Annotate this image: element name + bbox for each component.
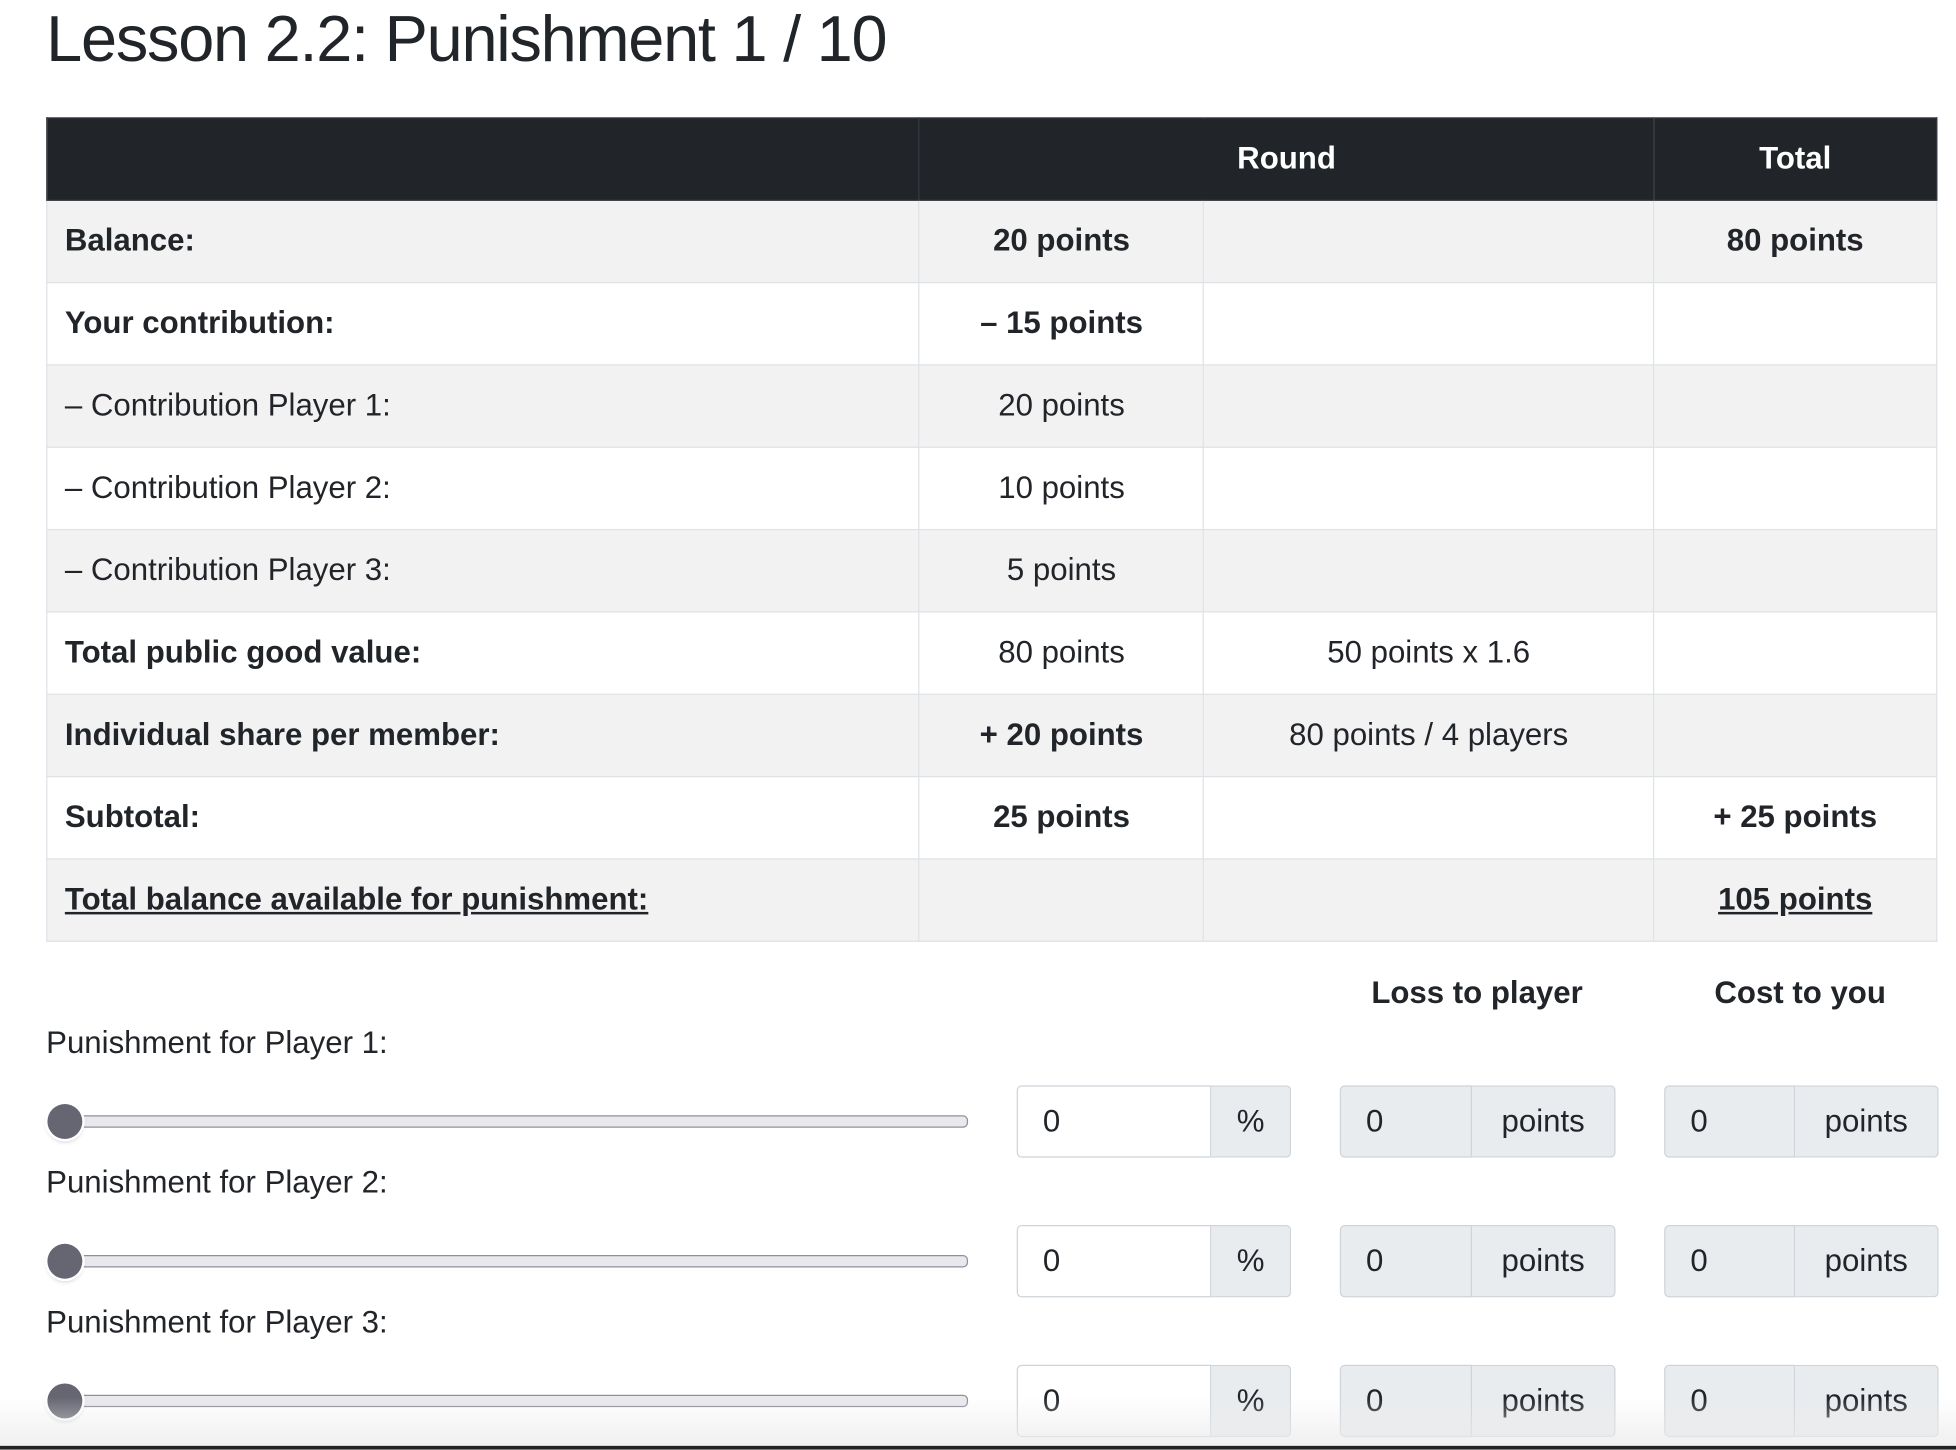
loss-to-player-header: Loss to player <box>1371 975 1583 1011</box>
cost-to-you-header: Cost to you <box>1714 975 1886 1011</box>
table-header: Round Total <box>46 117 1938 201</box>
slider-track[interactable] <box>64 1115 969 1128</box>
row-total-value: + 25 points <box>1653 775 1938 860</box>
row-calculation <box>1203 858 1655 942</box>
row-round-value: 5 points <box>918 528 1205 613</box>
table-row: Subtotal: 25 points + 25 points <box>46 775 1938 860</box>
row-round-value: 25 points <box>918 775 1205 860</box>
row-label: – Contribution Player 1: <box>46 364 921 448</box>
row-round-value: 20 points <box>918 364 1205 448</box>
table-row: Your contribution: – 15 points <box>46 281 1938 366</box>
row-label: Subtotal: <box>46 775 921 860</box>
loss-output-group-1: 0 points <box>1339 1085 1616 1158</box>
row-total-value <box>1653 364 1938 448</box>
loss-value: 0 <box>1339 1225 1473 1298</box>
row-total-value <box>1653 693 1938 778</box>
slider-thumb[interactable] <box>47 1243 83 1279</box>
punishment-label-player-2: Punishment for Player 2: <box>46 1165 388 1201</box>
row-calculation: 50 points x 1.6 <box>1203 611 1655 695</box>
window-edge <box>0 1445 1956 1450</box>
header-total: Total <box>1653 117 1938 201</box>
row-calculation <box>1203 364 1655 448</box>
row-round-value: – 15 points <box>918 281 1205 366</box>
row-round-value: 80 points <box>918 611 1205 695</box>
punishment-label-player-3: Punishment for Player 3: <box>46 1304 388 1340</box>
row-calculation <box>1203 528 1655 613</box>
table-row: Individual share per member: + 20 points… <box>46 693 1938 778</box>
row-label: Total balance available for punishment: <box>46 858 921 942</box>
percent-input[interactable]: 0 <box>1016 1225 1212 1298</box>
row-round-value: 10 points <box>918 446 1205 531</box>
slider-track[interactable] <box>64 1254 969 1268</box>
row-round-value: 20 points <box>918 199 1205 284</box>
header-round: Round <box>918 117 1655 201</box>
cost-unit: points <box>1795 1225 1939 1298</box>
header-empty <box>46 117 921 201</box>
row-round-value <box>918 858 1205 942</box>
punishment-slider-player-2[interactable] <box>47 1243 969 1279</box>
cost-output-group-1: 0 points <box>1664 1085 1939 1158</box>
table-row: – Contribution Player 3: 5 points <box>46 528 1938 613</box>
table-row: – Contribution Player 1: 20 points <box>46 364 1938 448</box>
percent-input-group-2: 0 % <box>1016 1225 1292 1298</box>
loss-unit: points <box>1472 1085 1616 1158</box>
scroll-fade <box>0 1397 1956 1448</box>
page: Lesson 2.2: Punishment 1 / 10 Round Tota… <box>0 0 1956 1450</box>
row-calculation <box>1203 281 1655 366</box>
row-label: – Contribution Player 2: <box>46 446 921 531</box>
percent-unit: % <box>1211 1085 1292 1158</box>
row-calculation <box>1203 199 1655 284</box>
page-title: Lesson 2.2: Punishment 1 / 10 <box>46 3 887 77</box>
row-label: Individual share per member: <box>46 693 921 778</box>
row-label: – Contribution Player 3: <box>46 528 921 613</box>
balance-table: Round Total Balance: 20 points 80 points… <box>46 117 1938 942</box>
table-row: – Contribution Player 2: 10 points <box>46 446 1938 531</box>
row-total-value: 80 points <box>1653 199 1938 284</box>
cost-output-group-2: 0 points <box>1664 1225 1939 1298</box>
row-calculation: 80 points / 4 players <box>1203 693 1655 778</box>
row-label: Your contribution: <box>46 281 921 366</box>
row-total-value: 105 points <box>1653 858 1938 942</box>
row-calculation <box>1203 775 1655 860</box>
slider-thumb[interactable] <box>47 1104 83 1139</box>
row-label: Balance: <box>46 199 921 284</box>
loss-unit: points <box>1472 1225 1616 1298</box>
percent-input-group-1: 0 % <box>1016 1085 1292 1158</box>
row-calculation <box>1203 446 1655 531</box>
table-row: Balance: 20 points 80 points <box>46 199 1938 284</box>
percent-unit: % <box>1211 1225 1292 1298</box>
table-row: Total balance available for punishment: … <box>46 858 1938 942</box>
row-total-value <box>1653 446 1938 531</box>
table-row: Total public good value: 80 points 50 po… <box>46 611 1938 695</box>
punishment-label-player-1: Punishment for Player 1: <box>46 1025 388 1061</box>
cost-value: 0 <box>1664 1085 1796 1158</box>
loss-output-group-2: 0 points <box>1339 1225 1616 1298</box>
cost-unit: points <box>1795 1085 1939 1158</box>
cost-value: 0 <box>1664 1225 1796 1298</box>
loss-value: 0 <box>1339 1085 1473 1158</box>
row-label: Total public good value: <box>46 611 921 695</box>
row-total-value <box>1653 281 1938 366</box>
percent-input[interactable]: 0 <box>1016 1085 1212 1158</box>
row-total-value <box>1653 528 1938 613</box>
row-total-value <box>1653 611 1938 695</box>
punishment-slider-player-1[interactable] <box>47 1104 969 1139</box>
row-round-value: + 20 points <box>918 693 1205 778</box>
